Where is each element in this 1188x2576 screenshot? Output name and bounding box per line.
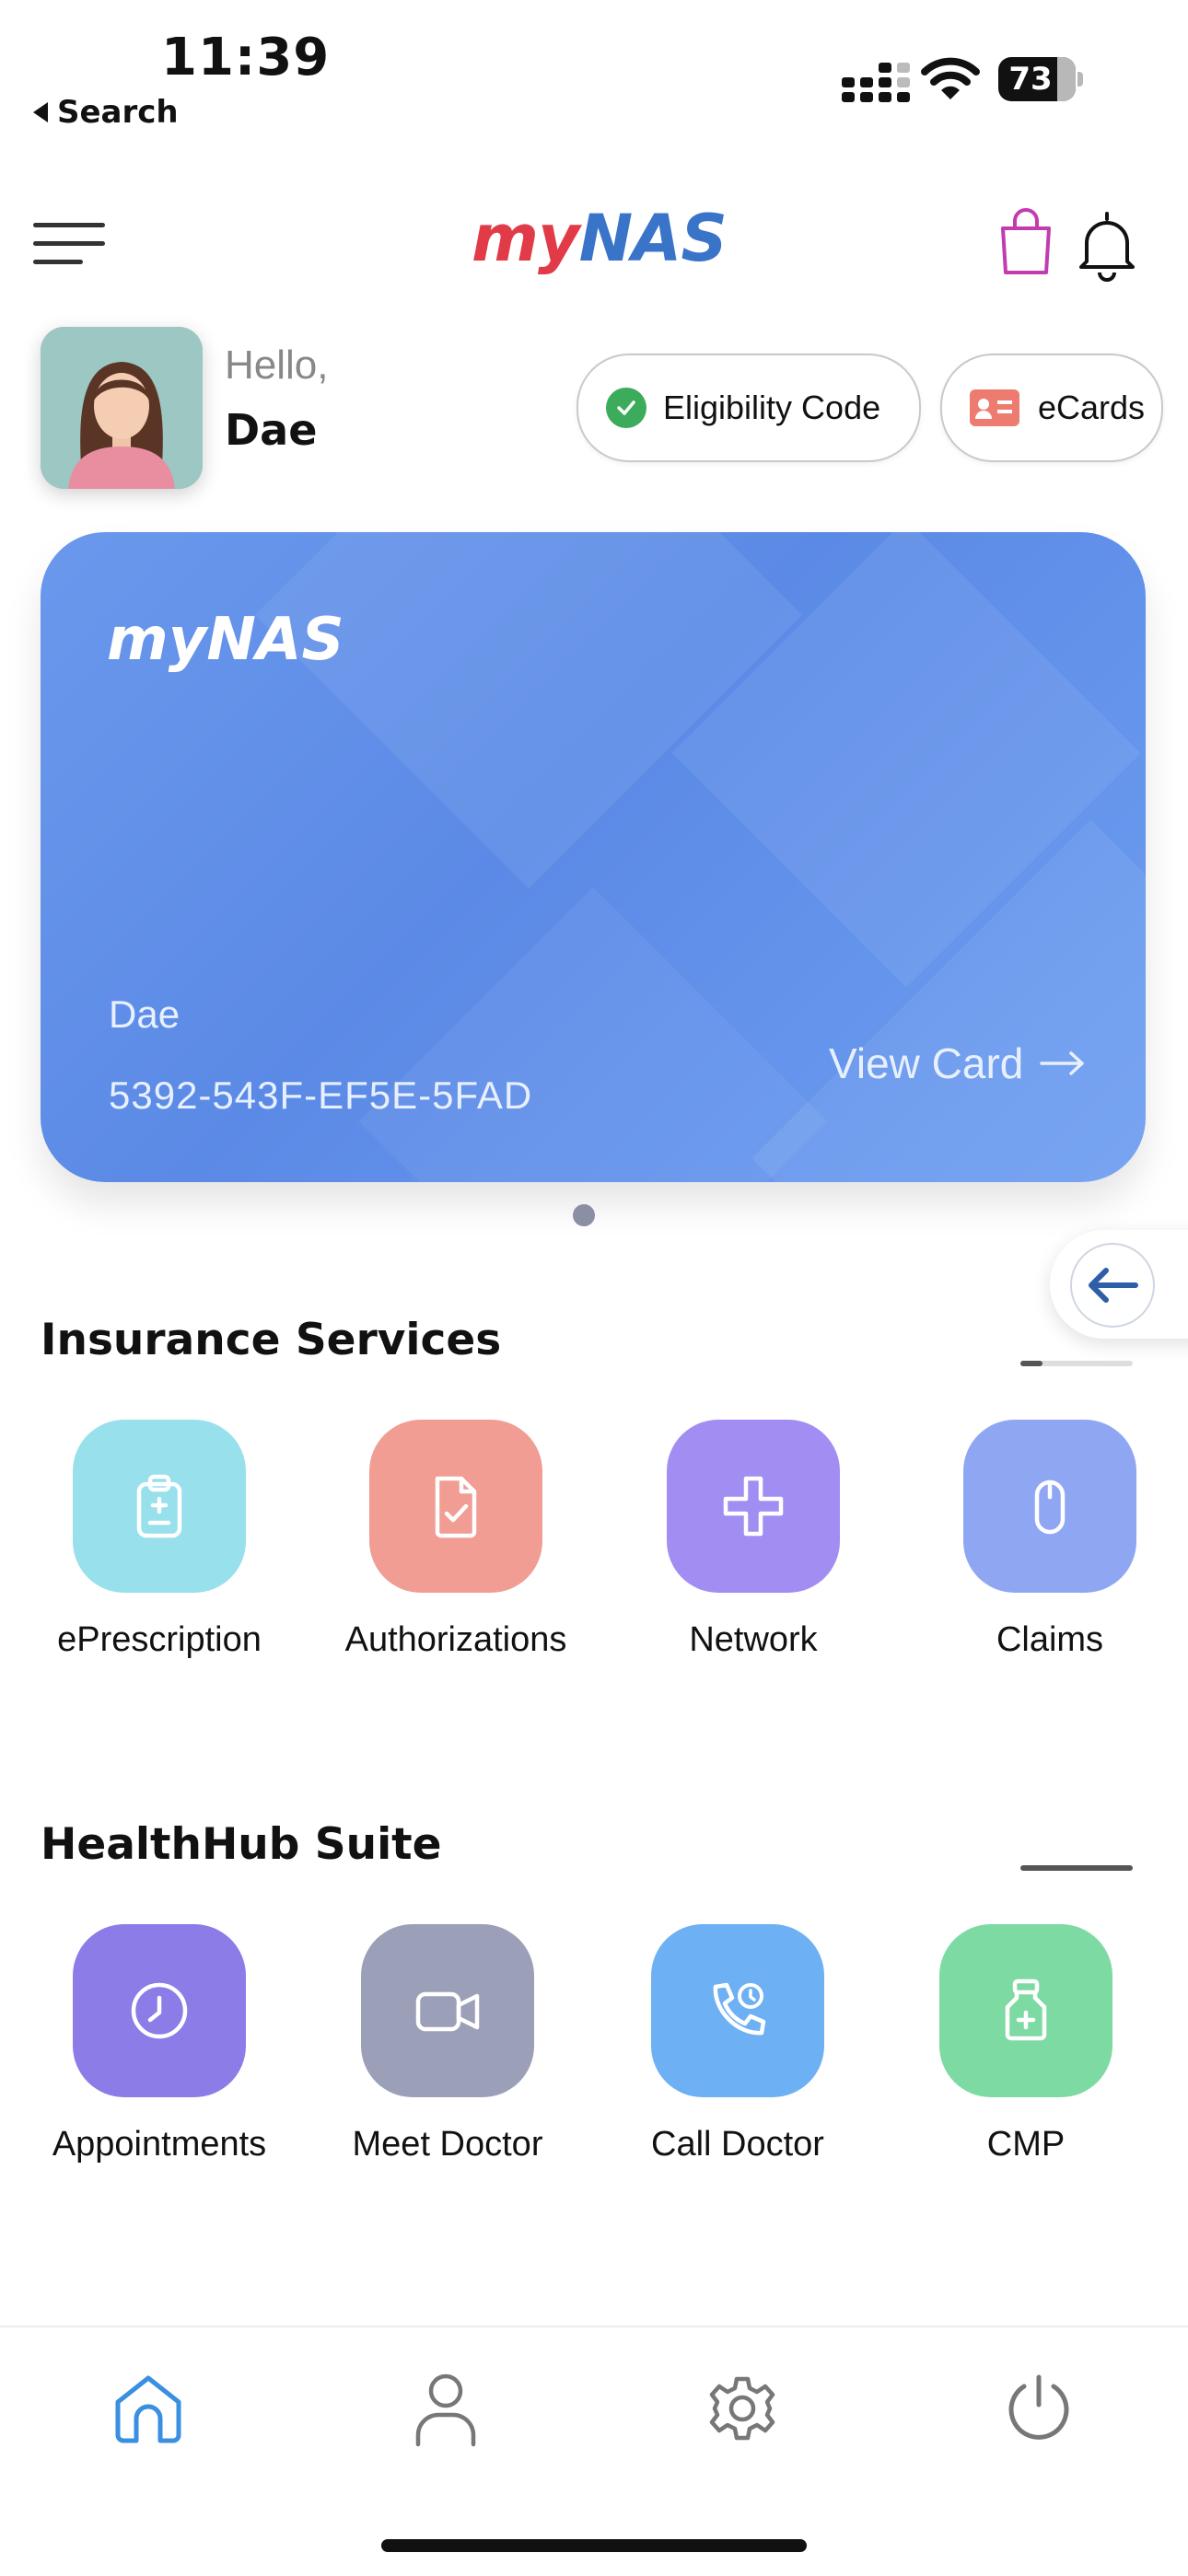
ecards-button[interactable]: eCards: [940, 354, 1163, 462]
bell-icon[interactable]: [1076, 208, 1138, 282]
card-member-number: 5392-543F-EF5E-5FAD: [109, 1073, 533, 1117]
authorizations-label: Authorizations: [344, 1620, 567, 1659]
eligibility-code-label: Eligibility Code: [663, 389, 881, 426]
shopping-bag-icon[interactable]: [998, 208, 1054, 278]
capsule-icon: [1034, 1479, 1066, 1535]
meet-doctor-label: Meet Doctor: [352, 2125, 543, 2164]
member-card[interactable]: myNAS Dae 5392-543F-EF5E-5FAD View Card: [41, 532, 1146, 1182]
medicine-bottle-icon: [1005, 1978, 1047, 2041]
appointments-button[interactable]: [73, 1924, 246, 2097]
phone-clock-icon: [713, 1982, 766, 2036]
profile-icon: [415, 2373, 476, 2447]
menu-icon[interactable]: [33, 223, 105, 265]
nav-settings[interactable]: [696, 2362, 788, 2454]
back-search-label: Search: [57, 94, 179, 131]
greeting-hello: Hello,: [225, 342, 329, 388]
network-label: Network: [689, 1620, 818, 1659]
healthhub-scroll-indicator[interactable]: [1020, 1865, 1133, 1871]
nav-home[interactable]: [102, 2362, 194, 2454]
battery-level: 73: [1008, 61, 1053, 98]
arrow-right-icon: [1040, 1051, 1085, 1075]
nav-profile[interactable]: [400, 2362, 492, 2454]
cmp-label: CMP: [986, 2125, 1066, 2164]
card-member-name: Dae: [109, 992, 181, 1036]
avatar[interactable]: [41, 327, 203, 489]
eligibility-code-button[interactable]: Eligibility Code: [577, 354, 921, 462]
network-button[interactable]: [667, 1420, 840, 1593]
check-icon: [606, 388, 646, 428]
video-icon: [415, 1991, 480, 2032]
card-pager-dot[interactable]: [573, 1204, 595, 1226]
app-logo: myNAS: [472, 201, 728, 276]
home-icon: [115, 2375, 181, 2443]
arrow-left-button[interactable]: [1070, 1243, 1155, 1328]
view-card-link[interactable]: View Card: [829, 1039, 1086, 1088]
id-card-icon: [970, 389, 1019, 426]
card-logo: myNAS: [107, 606, 344, 674]
insurance-scroll-indicator[interactable]: [1020, 1361, 1133, 1366]
back-arrow-icon: [33, 102, 48, 122]
document-check-icon: [435, 1476, 477, 1538]
eprescription-label: ePrescription: [57, 1620, 262, 1659]
healthhub-suite-title: HealthHub Suite: [41, 1819, 442, 1870]
call-doctor-label: Call Doctor: [651, 2125, 824, 2164]
cellular-signal-icon: [842, 63, 910, 102]
battery-icon: 73: [998, 57, 1083, 101]
plus-icon: [723, 1476, 784, 1537]
insurance-services-title: Insurance Services: [41, 1315, 502, 1365]
claims-button[interactable]: [963, 1420, 1136, 1593]
eprescription-button[interactable]: [73, 1420, 246, 1593]
home-indicator: [381, 2539, 807, 2552]
user-avatar-illustration: [41, 327, 203, 489]
appointments-label: Appointments: [52, 2125, 267, 2164]
arrow-left-icon: [1089, 1268, 1138, 1303]
wifi-icon: [921, 57, 980, 99]
claims-label: Claims: [996, 1620, 1104, 1659]
nav-logout[interactable]: [993, 2362, 1085, 2454]
view-card-label: View Card: [829, 1039, 1024, 1087]
clipboard-icon: [136, 1474, 182, 1538]
ecards-label: eCards: [1038, 389, 1146, 426]
call-doctor-button[interactable]: [651, 1924, 824, 2097]
user-name: Dae: [225, 405, 318, 455]
floating-back-tab[interactable]: [1050, 1230, 1188, 1339]
meet-doctor-button[interactable]: [361, 1924, 534, 2097]
authorizations-button[interactable]: [369, 1420, 542, 1593]
clock-icon: [131, 1982, 188, 2039]
status-time: 11:39: [161, 28, 331, 87]
power-icon: [1008, 2374, 1069, 2440]
back-to-search-link[interactable]: Search: [33, 94, 179, 131]
cmp-button[interactable]: [939, 1924, 1112, 2097]
settings-icon: [709, 2376, 775, 2441]
